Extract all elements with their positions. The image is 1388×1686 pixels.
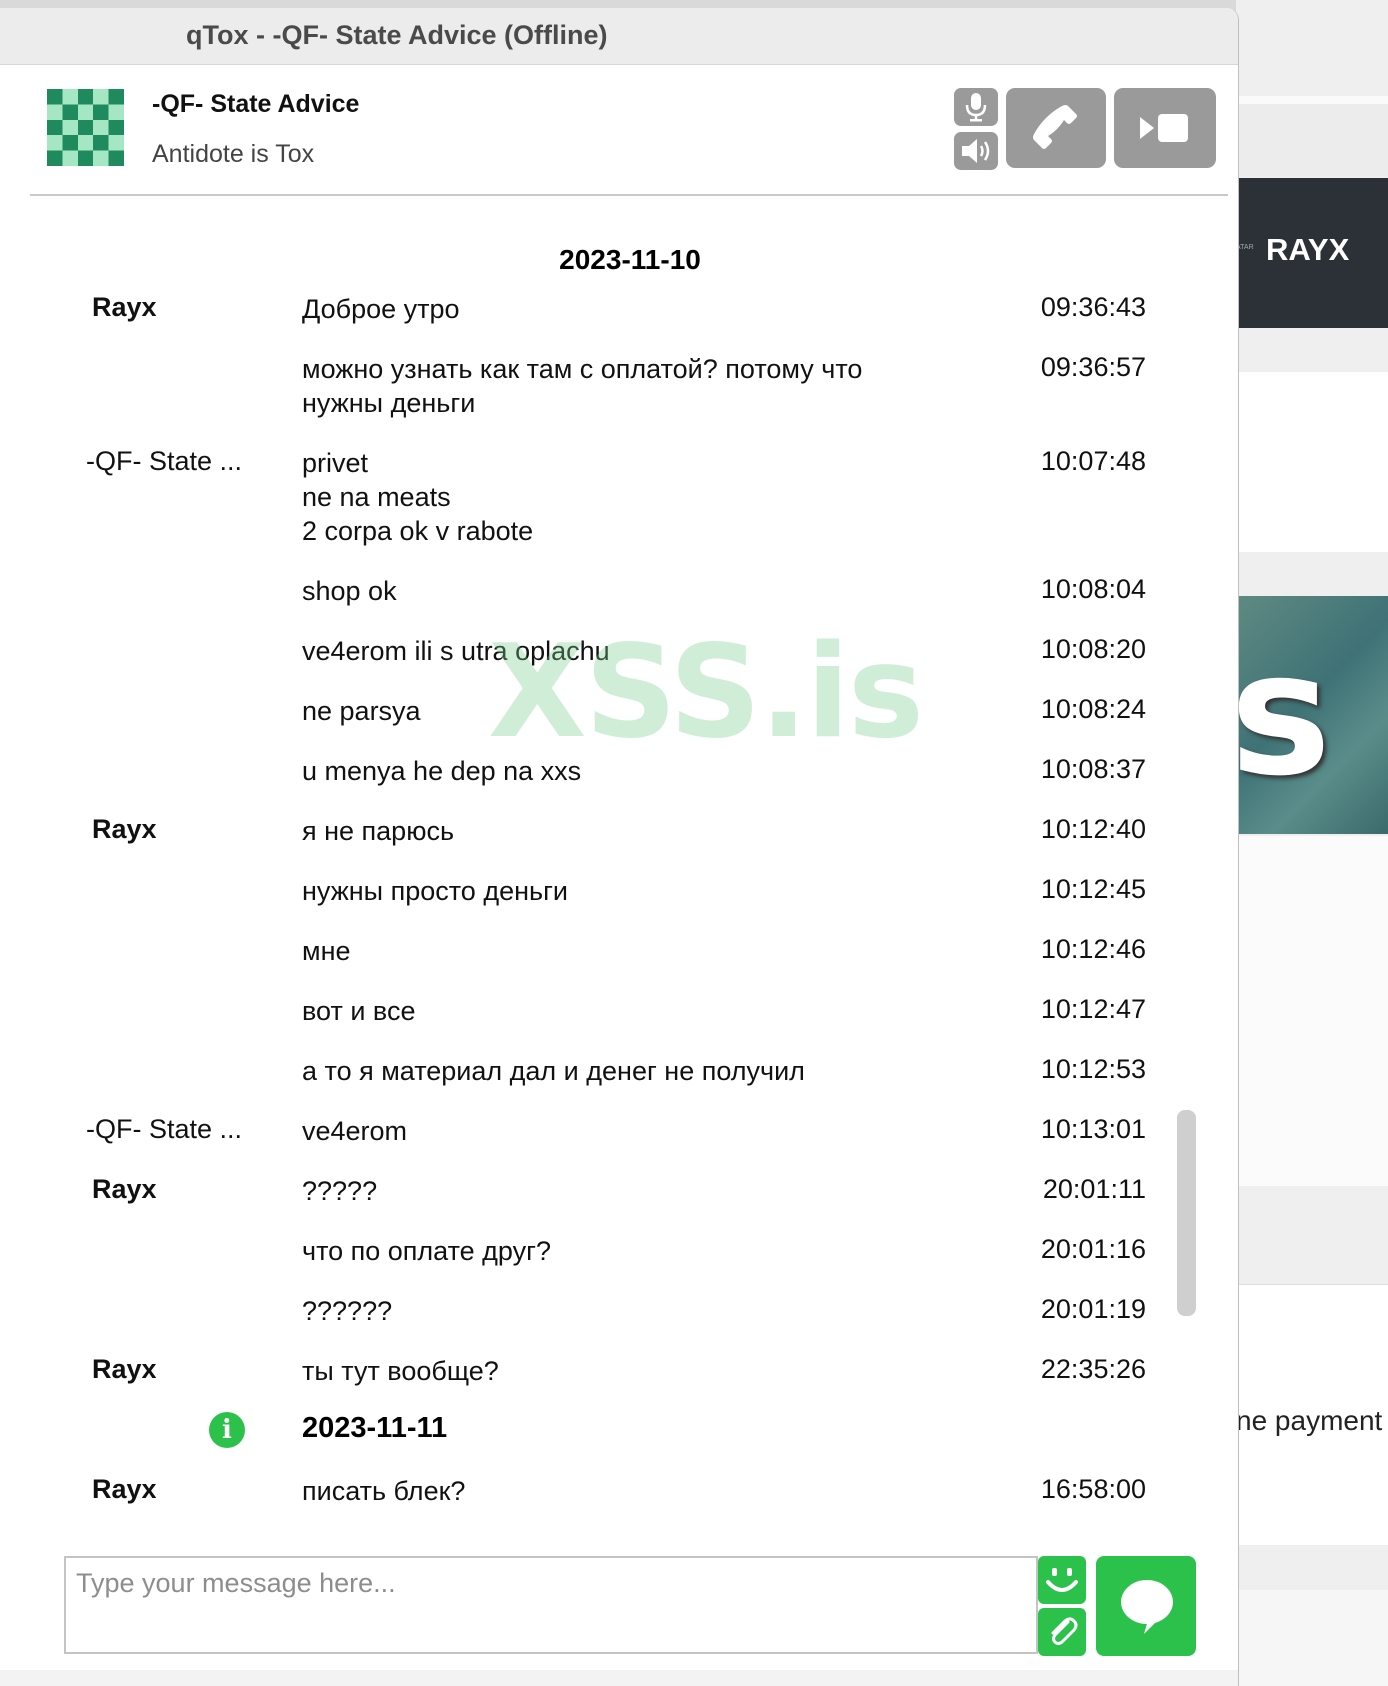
message-text: я не парюсь bbox=[302, 816, 455, 846]
contact-avatar[interactable] bbox=[47, 89, 124, 166]
video-icon bbox=[1140, 114, 1188, 142]
header-divider bbox=[30, 194, 1228, 196]
video-call-button[interactable] bbox=[1114, 88, 1216, 168]
message-text: ne parsya bbox=[302, 696, 421, 726]
message-text: мне bbox=[302, 936, 351, 966]
message-text: ve4erom ili s utra oplachu bbox=[302, 636, 610, 666]
send-message-button[interactable] bbox=[1096, 1556, 1196, 1656]
background-banner-text: RAYX bbox=[1266, 232, 1350, 267]
message-timestamp: 10:12:46 bbox=[1040, 934, 1146, 964]
message-text: писать блек? bbox=[302, 1476, 466, 1506]
chat-history[interactable]: 2023-11-10 Rayx Доброе утро 09:36:43 мож… bbox=[0, 198, 1238, 1520]
message-text: вот и все bbox=[302, 996, 416, 1026]
message-text: u menya he dep na xxs bbox=[302, 756, 582, 786]
title-bar[interactable]: qTox - -QF- State Advice (Offline) bbox=[0, 8, 1238, 65]
paperclip-icon bbox=[1051, 1617, 1078, 1645]
speech-bubble-icon bbox=[1121, 1580, 1173, 1634]
message-timestamp: 10:12:53 bbox=[1040, 1054, 1146, 1084]
message-author: -QF- State ... bbox=[86, 446, 243, 476]
message-text: нужны просто деньги bbox=[302, 876, 569, 906]
background-partial-text: ne payment bbox=[1236, 1405, 1383, 1436]
message-text: ты тут вообще? bbox=[302, 1356, 499, 1386]
message-text: ?????? bbox=[302, 1296, 393, 1326]
message-timestamp: 10:08:20 bbox=[1040, 634, 1146, 664]
message-timestamp: 22:35:26 bbox=[1040, 1354, 1146, 1384]
attach-file-button[interactable] bbox=[1038, 1608, 1086, 1656]
qtox-chat-window: qTox - -QF- State Advice (Offline) -QF- … bbox=[0, 8, 1239, 1686]
date-header: 2023-11-10 bbox=[559, 244, 701, 275]
speaker-icon bbox=[962, 139, 990, 163]
message-text: ve4erom bbox=[302, 1116, 408, 1146]
volume-toggle-button[interactable] bbox=[954, 132, 998, 170]
window-title: qTox - -QF- State Advice (Offline) bbox=[186, 20, 608, 50]
message-author: Rayx bbox=[92, 1174, 157, 1204]
background-web-page: ATAR RAYX s ne payment bbox=[1236, 0, 1388, 1686]
message-timestamp: 10:12:45 bbox=[1040, 874, 1146, 904]
message-text: shop ok bbox=[302, 576, 397, 606]
message-author: Rayx bbox=[92, 814, 157, 844]
message-text: privet ne na meats 2 corpa ok v rabote bbox=[302, 448, 534, 546]
message-author: Rayx bbox=[92, 1354, 157, 1384]
window-bottom-bar bbox=[0, 1670, 1238, 1686]
microphone-toggle-button[interactable] bbox=[954, 88, 998, 126]
message-text: ????? bbox=[302, 1176, 378, 1206]
contact-name: -QF- State Advice bbox=[152, 90, 360, 118]
emoji-button[interactable] bbox=[1038, 1556, 1086, 1604]
chat-scrollbar[interactable] bbox=[1177, 1110, 1196, 1316]
message-timestamp: 10:07:48 bbox=[1040, 446, 1146, 476]
message-author: Rayx bbox=[92, 292, 157, 322]
message-text: Доброе утро bbox=[302, 294, 460, 324]
message-timestamp: 20:01:16 bbox=[1040, 1234, 1146, 1264]
message-timestamp: 10:12:40 bbox=[1040, 814, 1146, 844]
message-timestamp: 10:08:24 bbox=[1040, 694, 1146, 724]
message-timestamp: 10:12:47 bbox=[1040, 994, 1146, 1024]
smiley-icon bbox=[1046, 1568, 1078, 1592]
message-timestamp: 20:01:19 bbox=[1040, 1294, 1146, 1324]
phone-icon bbox=[1033, 105, 1077, 149]
message-timestamp: 10:08:04 bbox=[1040, 574, 1146, 604]
audio-call-button[interactable] bbox=[1006, 88, 1106, 168]
microphone-icon bbox=[965, 93, 987, 122]
message-timestamp: 10:08:37 bbox=[1040, 754, 1146, 784]
message-text: можно узнать как там с оплатой? потому ч… bbox=[302, 354, 863, 418]
message-timestamp: 10:13:01 bbox=[1040, 1114, 1146, 1144]
message-author: -QF- State ... bbox=[86, 1114, 243, 1144]
info-icon: i bbox=[209, 1412, 245, 1448]
message-author: Rayx bbox=[92, 1474, 157, 1504]
message-timestamp: 09:36:57 bbox=[1040, 352, 1146, 382]
date-separator: 2023-11-11 bbox=[302, 1412, 448, 1444]
message-timestamp: 20:01:11 bbox=[1042, 1174, 1146, 1204]
message-input[interactable] bbox=[74, 1566, 1028, 1650]
message-timestamp: 16:58:00 bbox=[1040, 1474, 1146, 1504]
message-timestamp: 09:36:43 bbox=[1040, 292, 1146, 322]
contact-status-message: Antidote is Tox bbox=[152, 140, 315, 168]
message-text: а то я материал дал и денег не получил bbox=[302, 1056, 805, 1086]
message-input-box[interactable] bbox=[64, 1556, 1038, 1654]
message-text: что по оплате друг? bbox=[302, 1236, 552, 1266]
